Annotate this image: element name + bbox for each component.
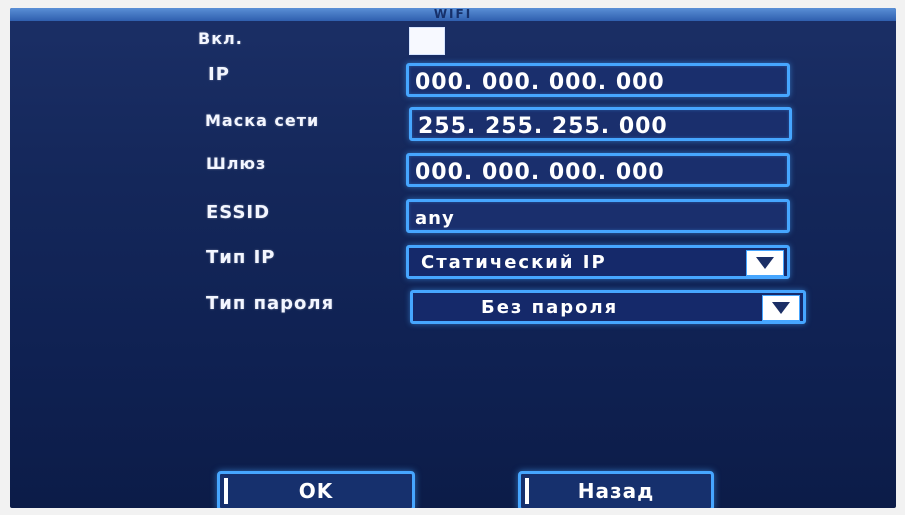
essid-label: ESSID	[206, 202, 271, 223]
mask-field[interactable]: 255. 255. 255. 000	[409, 107, 792, 141]
wifi-settings-screen: WIFI Вкл. IP 000. 000. 000. 000 Маска се…	[10, 8, 896, 508]
back-button[interactable]: Назад	[518, 471, 714, 508]
gateway-label: Шлюз	[206, 154, 267, 173]
ip-field[interactable]: 000. 000. 000. 000	[406, 63, 790, 97]
enable-checkbox[interactable]	[409, 27, 445, 55]
chevron-down-icon[interactable]	[746, 250, 784, 276]
password-type-select[interactable]: Без пароля	[410, 290, 806, 324]
window-title: WIFI	[10, 8, 896, 21]
ip-type-label: Тип IP	[206, 247, 276, 268]
mask-label: Маска сети	[205, 111, 320, 130]
ok-button-label: OK	[298, 479, 334, 503]
ok-button[interactable]: OK	[217, 471, 415, 508]
ip-label: IP	[208, 64, 230, 85]
essid-field[interactable]: any	[406, 199, 790, 233]
ip-type-select[interactable]: Статический IP	[406, 245, 790, 279]
password-type-label: Тип пароля	[206, 293, 335, 314]
enable-label: Вкл.	[198, 29, 243, 48]
password-type-value: Без пароля	[481, 297, 619, 318]
gateway-field[interactable]: 000. 000. 000. 000	[406, 153, 790, 187]
ip-type-value: Статический IP	[421, 252, 607, 273]
chevron-down-icon[interactable]	[762, 295, 800, 321]
button-edge-mark	[224, 478, 228, 504]
back-button-label: Назад	[577, 479, 655, 503]
button-edge-mark	[525, 478, 529, 504]
